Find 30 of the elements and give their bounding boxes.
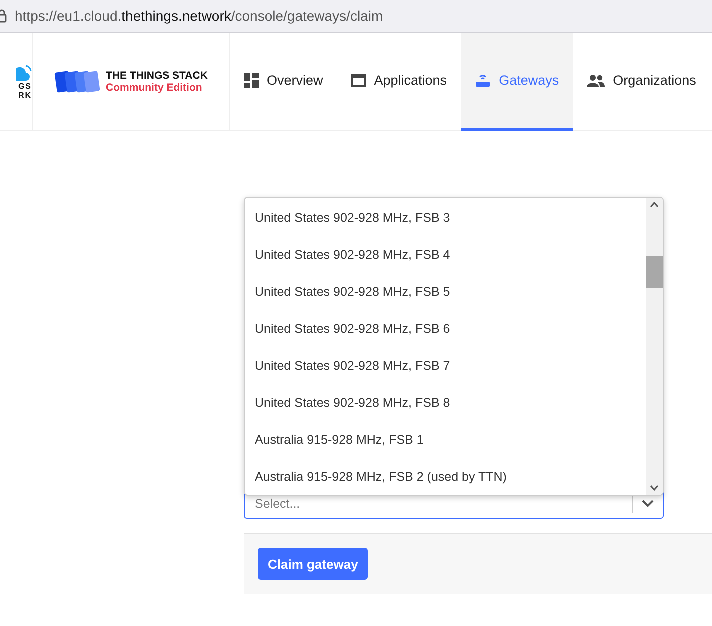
stack-logo-icon — [54, 68, 100, 94]
cloud-wifi-icon — [16, 64, 32, 82]
router-icon — [475, 73, 492, 88]
claim-gateway-button[interactable]: Claim gateway — [258, 548, 368, 580]
lock-icon — [0, 9, 7, 23]
nav-tab[interactable]: Applications — [337, 33, 462, 131]
dropdown-option[interactable]: United States 902-928 MHz, FSB 7 — [245, 347, 646, 384]
dropdown-option[interactable]: United States 902-928 MHz, FSB 3 — [245, 199, 646, 236]
nav-tab[interactable]: Overview — [230, 33, 338, 131]
nav-tab[interactable]: Gateways — [461, 33, 574, 131]
dropdown-option[interactable]: United States 902-928 MHz, FSB 8 — [245, 384, 646, 421]
scroll-down-icon — [650, 485, 659, 491]
brand-title: THE THINGS STACK — [106, 70, 208, 82]
window-icon — [351, 74, 366, 87]
scrollbar[interactable] — [646, 198, 663, 495]
people-icon — [587, 74, 606, 86]
scroll-up-icon — [650, 202, 659, 208]
url-text: https://eu1.cloud.thethings.network/console/gateways/claim — [15, 8, 384, 24]
dropdown-option[interactable]: United States 902-928 MHz, FSB 4 — [245, 236, 646, 273]
dropdown-option[interactable]: United States 902-928 MHz, FSB 5 — [245, 273, 646, 310]
address-bar[interactable]: https://eu1.cloud.thethings.network/console/gateways/claim — [0, 0, 712, 33]
dashboard-icon — [244, 73, 259, 88]
dropdown-option[interactable]: United States 902-928 MHz, FSB 6 — [245, 310, 646, 347]
brand-subtitle: Community Edition — [106, 82, 204, 94]
dropdown-option[interactable]: Australia 915-928 MHz, FSB 1 — [245, 421, 646, 458]
nav-tab[interactable]: Organizations — [573, 33, 710, 131]
chevron-down-icon — [642, 500, 654, 508]
logo-text: GS — [18, 82, 32, 90]
logo-text: RK — [18, 90, 32, 100]
scroll-thumb[interactable] — [646, 256, 663, 288]
